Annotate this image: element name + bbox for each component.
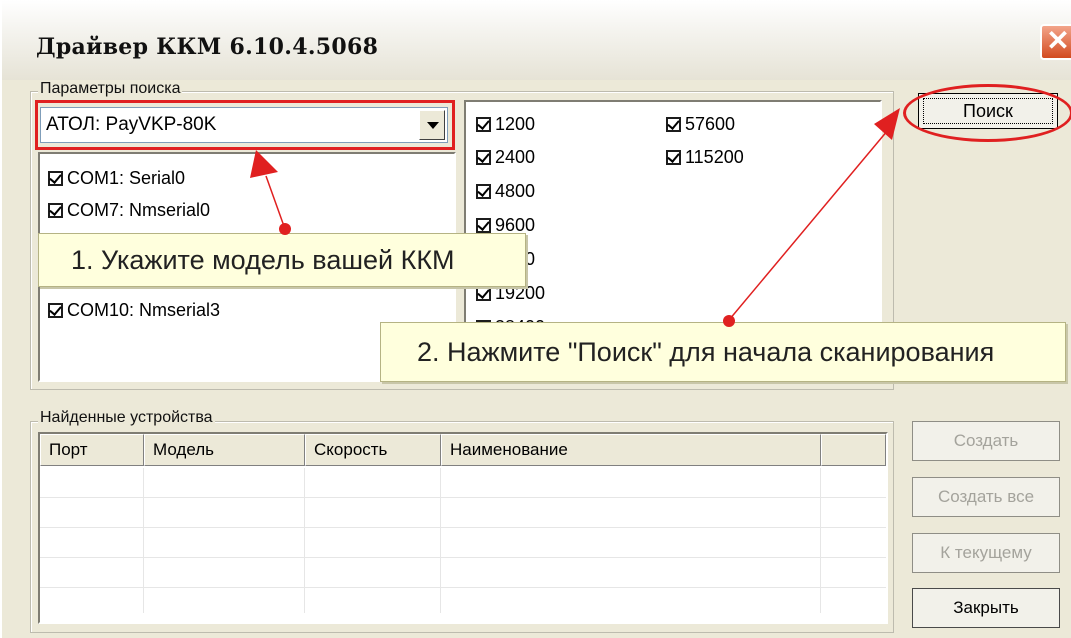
annotation-arrows [250,108,900,327]
arrow-step1-head [250,150,278,178]
arrow-step2-line [728,129,889,321]
arrow-step1-line [265,175,286,230]
arrow-step2-dot [723,315,735,327]
arrow-step1-dot [279,223,291,235]
driver-window: Драйвер ККМ 6.10.4.5068 ✕ Параметры поис… [0,0,1071,638]
arrow-step2-head [874,108,900,140]
